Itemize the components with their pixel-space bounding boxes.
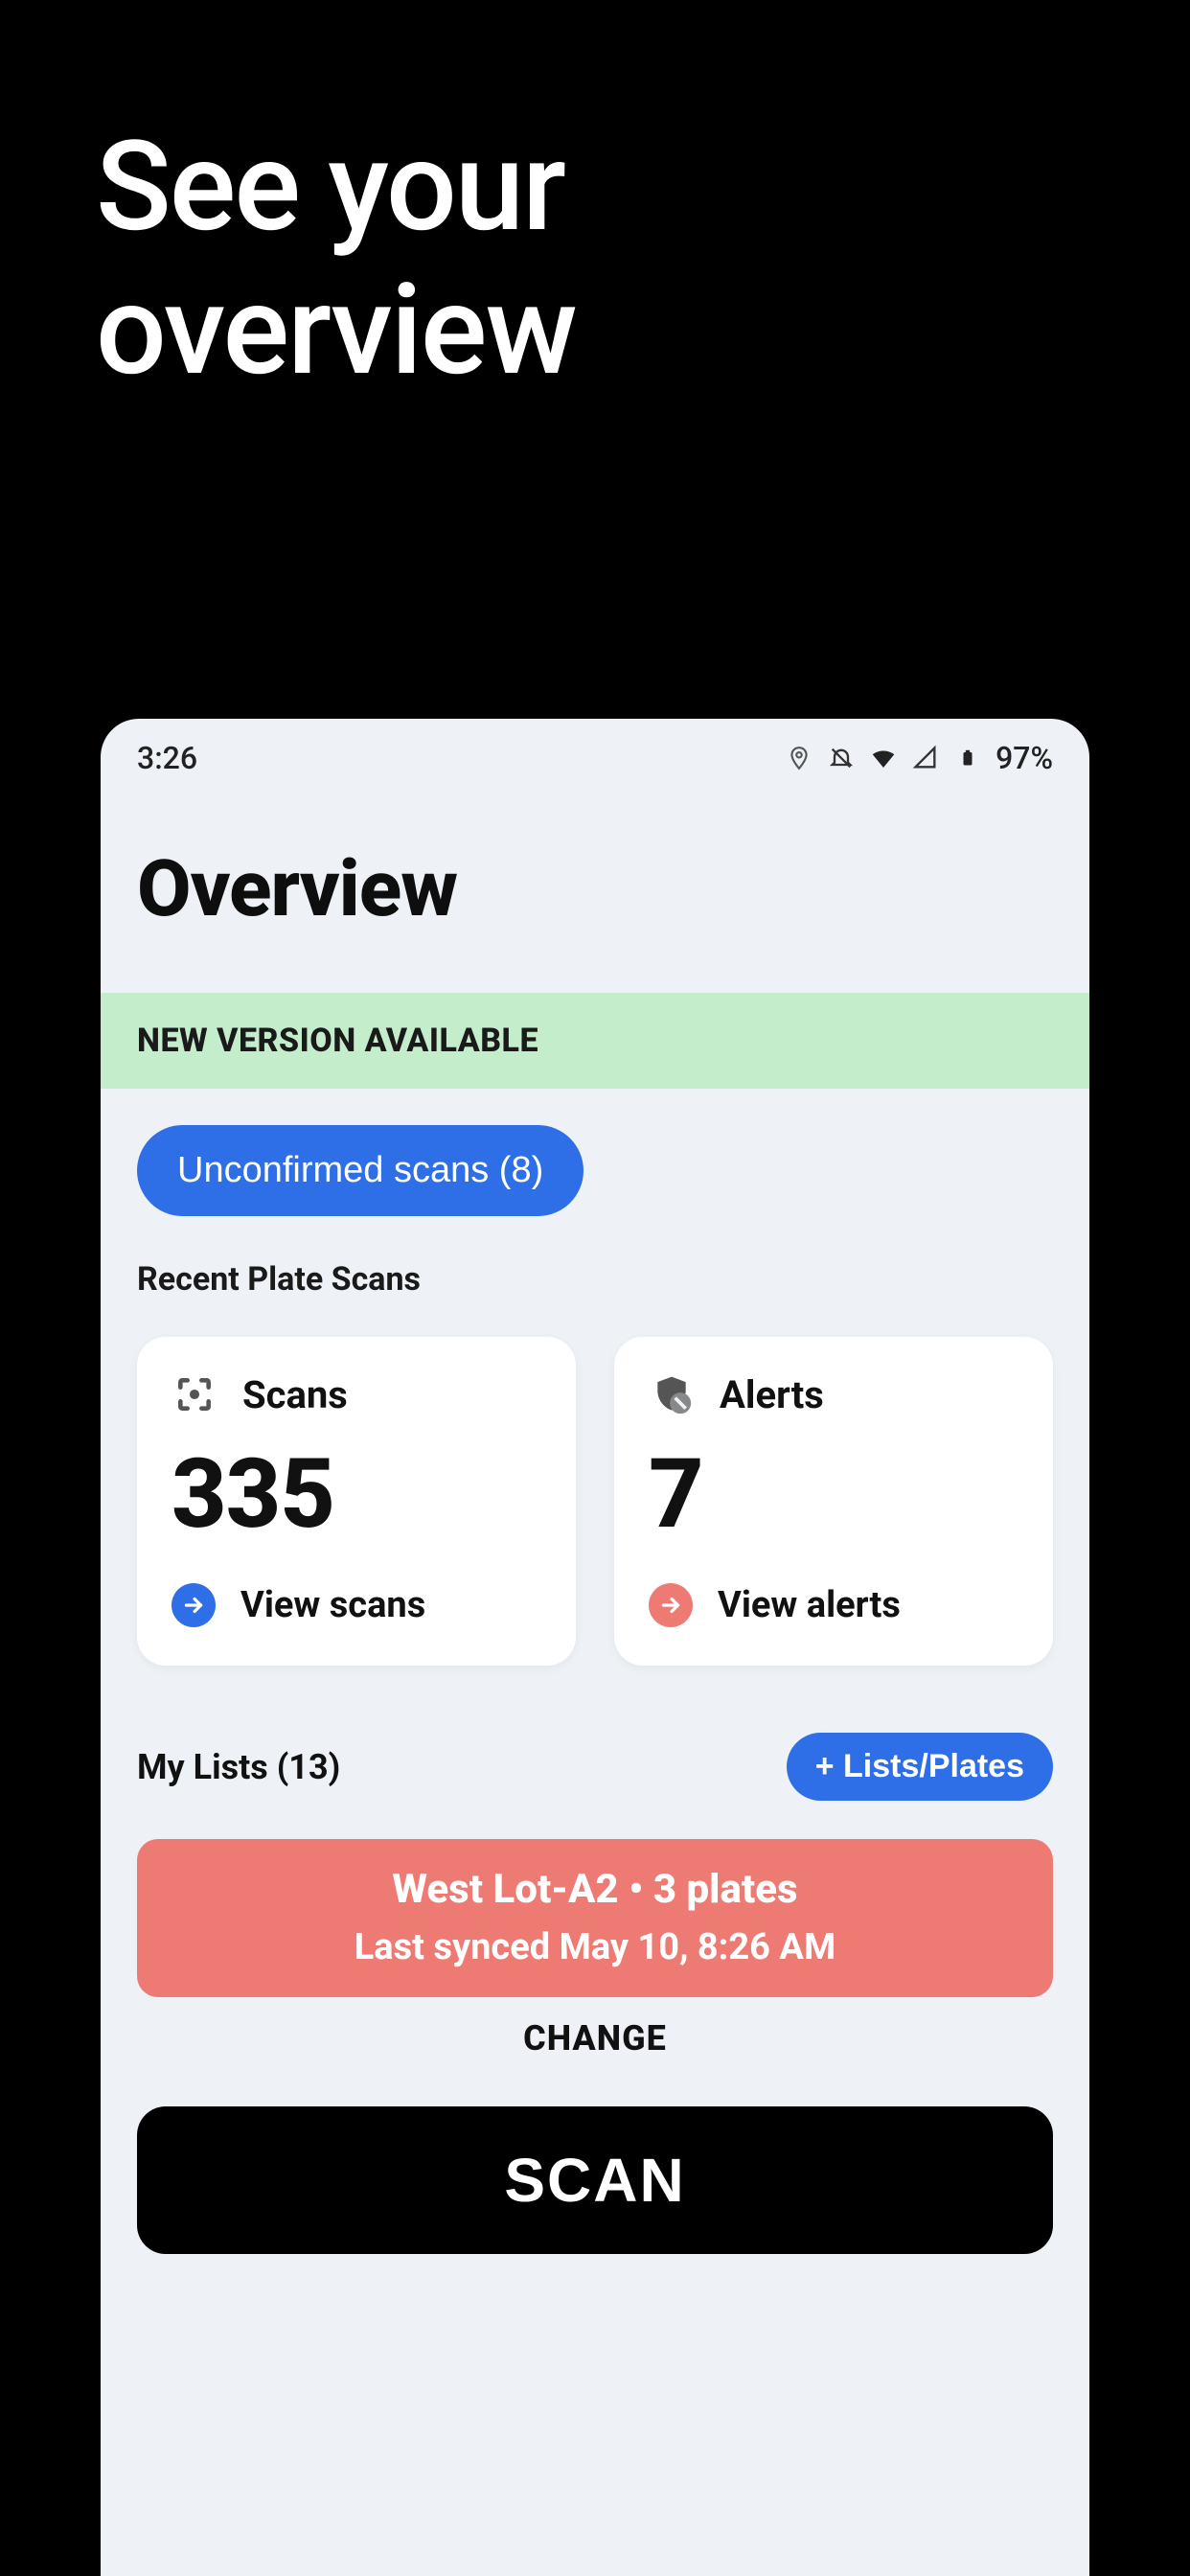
- cell-signal-icon: [911, 744, 940, 772]
- phone-frame: 3:26: [101, 719, 1089, 2576]
- scans-count: 335: [172, 1438, 541, 1551]
- promo-title: See your overview: [96, 115, 576, 402]
- scan-target-icon: [172, 1371, 217, 1417]
- promo-line2: overview: [96, 259, 576, 402]
- update-banner[interactable]: NEW VERSION AVAILABLE: [101, 993, 1089, 1089]
- unconfirmed-scans-button[interactable]: Unconfirmed scans (8): [137, 1125, 584, 1216]
- page-title: Overview: [137, 843, 1089, 935]
- promo-line1: See your: [96, 115, 576, 259]
- view-scans-link[interactable]: View scans: [172, 1583, 541, 1627]
- lot-title: West Lot-A2 • 3 plates: [156, 1866, 1034, 1913]
- view-alerts-link[interactable]: View alerts: [649, 1583, 1018, 1627]
- add-lists-plates-button[interactable]: + Lists/Plates: [787, 1733, 1053, 1801]
- active-lot-card[interactable]: West Lot-A2 • 3 plates Last synced May 1…: [137, 1839, 1053, 1997]
- my-lists-label: My Lists (13): [137, 1747, 340, 1787]
- status-bar: 3:26: [101, 719, 1089, 786]
- recent-plate-scans-label: Recent Plate Scans: [137, 1260, 1053, 1299]
- scans-card-title: Scans: [242, 1372, 348, 1417]
- status-icons: 97%: [785, 740, 1053, 776]
- view-scans-label: View scans: [240, 1584, 425, 1626]
- scan-button[interactable]: SCAN: [137, 2106, 1053, 2254]
- shield-alert-icon: [649, 1371, 695, 1417]
- battery-icon: [953, 744, 982, 772]
- arrow-right-icon: [172, 1583, 216, 1627]
- location-icon: [785, 744, 813, 772]
- wifi-icon: [869, 744, 898, 772]
- lot-subtitle: Last synced May 10, 8:26 AM: [156, 1926, 1034, 1968]
- status-time: 3:26: [137, 740, 197, 776]
- change-button[interactable]: CHANGE: [137, 2018, 1053, 2058]
- view-alerts-label: View alerts: [718, 1584, 901, 1626]
- alerts-card: Alerts 7 View alerts: [614, 1337, 1053, 1666]
- scans-card: Scans 335 View scans: [137, 1337, 576, 1666]
- battery-percentage: 97%: [995, 740, 1053, 776]
- arrow-right-icon: [649, 1583, 693, 1627]
- notifications-off-icon: [827, 744, 856, 772]
- alerts-count: 7: [649, 1438, 1018, 1551]
- alerts-card-title: Alerts: [720, 1372, 824, 1417]
